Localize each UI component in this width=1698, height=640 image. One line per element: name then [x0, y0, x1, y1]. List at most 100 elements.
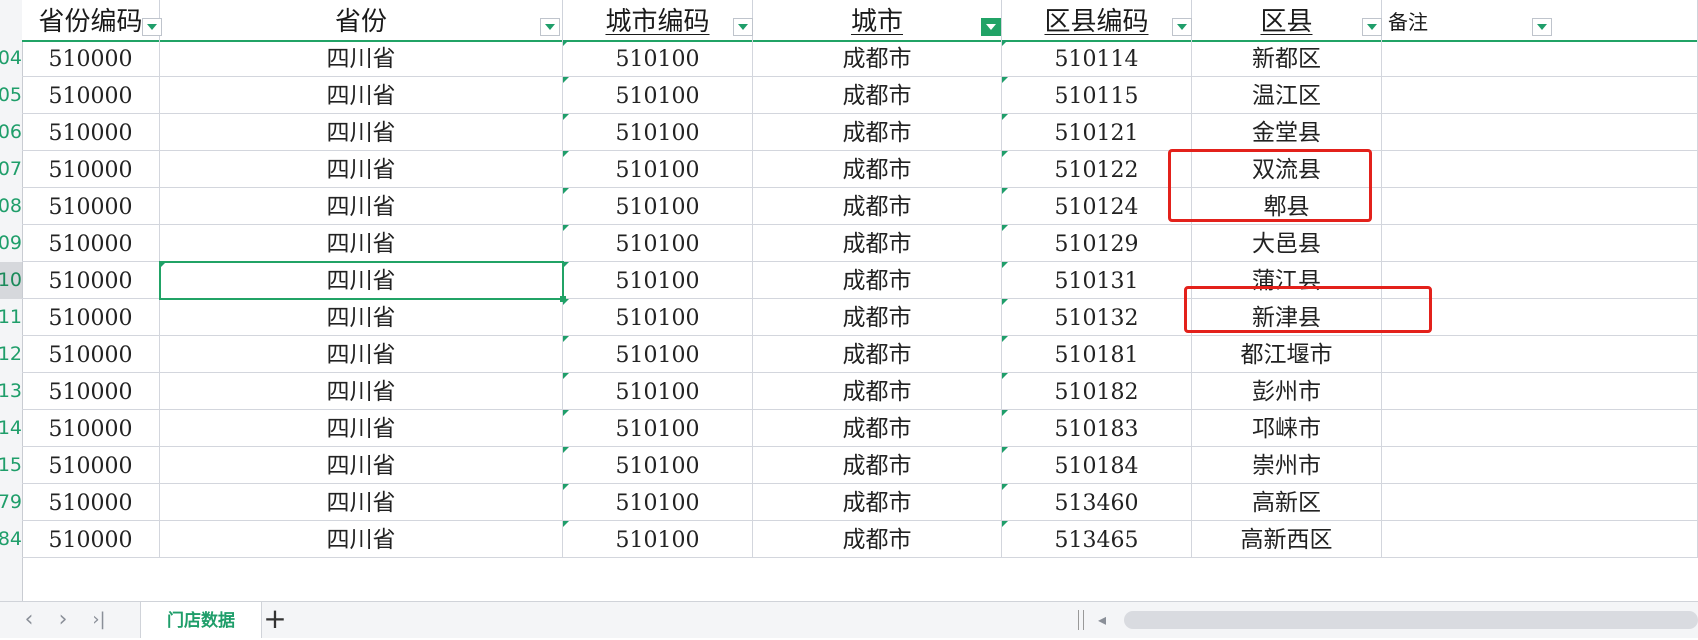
table-cell[interactable]: 成都市	[753, 225, 1002, 262]
table-cell[interactable]: 四川省	[160, 336, 563, 373]
table-cell[interactable]: 510115	[1002, 77, 1192, 114]
table-cell[interactable]: 四川省	[160, 447, 563, 484]
next-sheet-icon[interactable]: ›	[50, 606, 76, 634]
table-cell[interactable]: 510000	[22, 225, 160, 262]
filter-dropdown-icon[interactable]	[1362, 18, 1382, 36]
sheet-tab-store-data[interactable]: 门店数据	[140, 602, 262, 638]
column-header-6[interactable]: 区县	[1192, 0, 1382, 40]
table-cell[interactable]: 成都市	[753, 114, 1002, 151]
table-cell[interactable]	[1382, 40, 1698, 77]
table-cell[interactable]: 成都市	[753, 40, 1002, 77]
table-cell[interactable]: 510000	[22, 188, 160, 225]
table-cell[interactable]: 510100	[563, 410, 753, 447]
column-header-4[interactable]: 城市	[753, 0, 1002, 40]
table-cell[interactable]: 510182	[1002, 373, 1192, 410]
active-filter-icon[interactable]	[981, 18, 1001, 36]
row-number[interactable]: 79	[0, 484, 22, 521]
table-cell[interactable]: 成都市	[753, 410, 1002, 447]
scroll-left-icon[interactable]: ◂	[1098, 607, 1106, 633]
table-cell[interactable]	[1382, 299, 1698, 336]
table-cell[interactable]: 大邑县	[1192, 225, 1382, 262]
table-cell[interactable]: 510000	[22, 151, 160, 188]
table-cell[interactable]	[1382, 114, 1698, 151]
table-cell[interactable]: 双流县	[1192, 151, 1382, 188]
table-cell[interactable]	[1382, 521, 1698, 558]
table-cell[interactable]: 510129	[1002, 225, 1192, 262]
table-cell[interactable]: 510000	[22, 373, 160, 410]
last-sheet-icon[interactable]: ›|	[86, 606, 112, 634]
filter-dropdown-icon[interactable]	[1172, 18, 1192, 36]
table-cell[interactable]: 高新西区	[1192, 521, 1382, 558]
column-header-1[interactable]: 省份编码	[22, 0, 162, 40]
row-number[interactable]: 14	[0, 410, 22, 447]
table-cell[interactable]: 四川省	[160, 373, 563, 410]
table-cell[interactable]: 510122	[1002, 151, 1192, 188]
prev-sheet-icon[interactable]: ‹	[16, 606, 42, 634]
table-cell[interactable]: 成都市	[753, 151, 1002, 188]
table-cell[interactable]: 510100	[563, 40, 753, 77]
table-cell[interactable]: 510100	[563, 447, 753, 484]
table-cell[interactable]	[1382, 77, 1698, 114]
table-cell[interactable]: 510100	[563, 151, 753, 188]
table-cell[interactable]: 510100	[563, 188, 753, 225]
table-cell[interactable]: 510121	[1002, 114, 1192, 151]
table-cell[interactable]: 510100	[563, 373, 753, 410]
table-cell[interactable]: 四川省	[160, 262, 563, 299]
tab-split-handle[interactable]	[1078, 610, 1084, 630]
table-cell[interactable]	[1382, 188, 1698, 225]
table-cell[interactable]	[1382, 410, 1698, 447]
column-header-7[interactable]: 备注	[1382, 0, 1698, 40]
row-number[interactable]: 10	[0, 262, 22, 299]
table-cell[interactable]: 成都市	[753, 77, 1002, 114]
table-cell[interactable]: 510000	[22, 40, 160, 77]
table-cell[interactable]: 高新区	[1192, 484, 1382, 521]
table-cell[interactable]	[1382, 151, 1698, 188]
table-cell[interactable]: 成都市	[753, 373, 1002, 410]
table-cell[interactable]: 彭州市	[1192, 373, 1382, 410]
row-number[interactable]: 84	[0, 521, 22, 558]
table-cell[interactable]: 四川省	[160, 521, 563, 558]
column-header-5[interactable]: 区县编码	[1002, 0, 1192, 40]
table-cell[interactable]: 510000	[22, 262, 160, 299]
filter-dropdown-icon[interactable]	[733, 18, 753, 36]
table-cell[interactable]: 四川省	[160, 299, 563, 336]
table-cell[interactable]	[1382, 484, 1698, 521]
table-cell[interactable]	[1382, 373, 1698, 410]
table-cell[interactable]	[1382, 336, 1698, 373]
table-cell[interactable]: 510181	[1002, 336, 1192, 373]
table-cell[interactable]: 四川省	[160, 188, 563, 225]
table-cell[interactable]: 510000	[22, 336, 160, 373]
table-cell[interactable]: 510114	[1002, 40, 1192, 77]
table-cell[interactable]: 四川省	[160, 225, 563, 262]
table-cell[interactable]: 成都市	[753, 484, 1002, 521]
horizontal-scrollbar-thumb[interactable]	[1124, 611, 1698, 629]
table-cell[interactable]: 成都市	[753, 299, 1002, 336]
table-cell[interactable]: 四川省	[160, 410, 563, 447]
table-cell[interactable]: 510184	[1002, 447, 1192, 484]
filter-dropdown-icon[interactable]	[540, 18, 560, 36]
table-cell[interactable]: 510000	[22, 521, 160, 558]
table-cell[interactable]: 崇州市	[1192, 447, 1382, 484]
table-cell[interactable]: 513465	[1002, 521, 1192, 558]
table-cell[interactable]: 成都市	[753, 521, 1002, 558]
table-cell[interactable]: 510000	[22, 447, 160, 484]
table-cell[interactable]: 四川省	[160, 114, 563, 151]
row-number[interactable]: 07	[0, 151, 22, 188]
table-cell[interactable]: 四川省	[160, 77, 563, 114]
row-number[interactable]: 04	[0, 40, 22, 77]
row-number[interactable]: 09	[0, 225, 22, 262]
column-header-2[interactable]: 省份	[160, 0, 563, 40]
horizontal-scrollbar[interactable]	[1116, 608, 1698, 632]
table-cell[interactable]: 四川省	[160, 151, 563, 188]
row-number[interactable]: 11	[0, 299, 22, 336]
table-cell[interactable]	[1382, 447, 1698, 484]
filter-dropdown-icon[interactable]	[142, 18, 162, 36]
table-cell[interactable]: 510000	[22, 77, 160, 114]
table-cell[interactable]: 510000	[22, 484, 160, 521]
table-cell[interactable]: 510100	[563, 336, 753, 373]
table-cell[interactable]: 四川省	[160, 484, 563, 521]
table-cell[interactable]: 510100	[563, 521, 753, 558]
table-cell[interactable]: 成都市	[753, 447, 1002, 484]
table-cell[interactable]: 510131	[1002, 262, 1192, 299]
table-cell[interactable]: 510100	[563, 484, 753, 521]
